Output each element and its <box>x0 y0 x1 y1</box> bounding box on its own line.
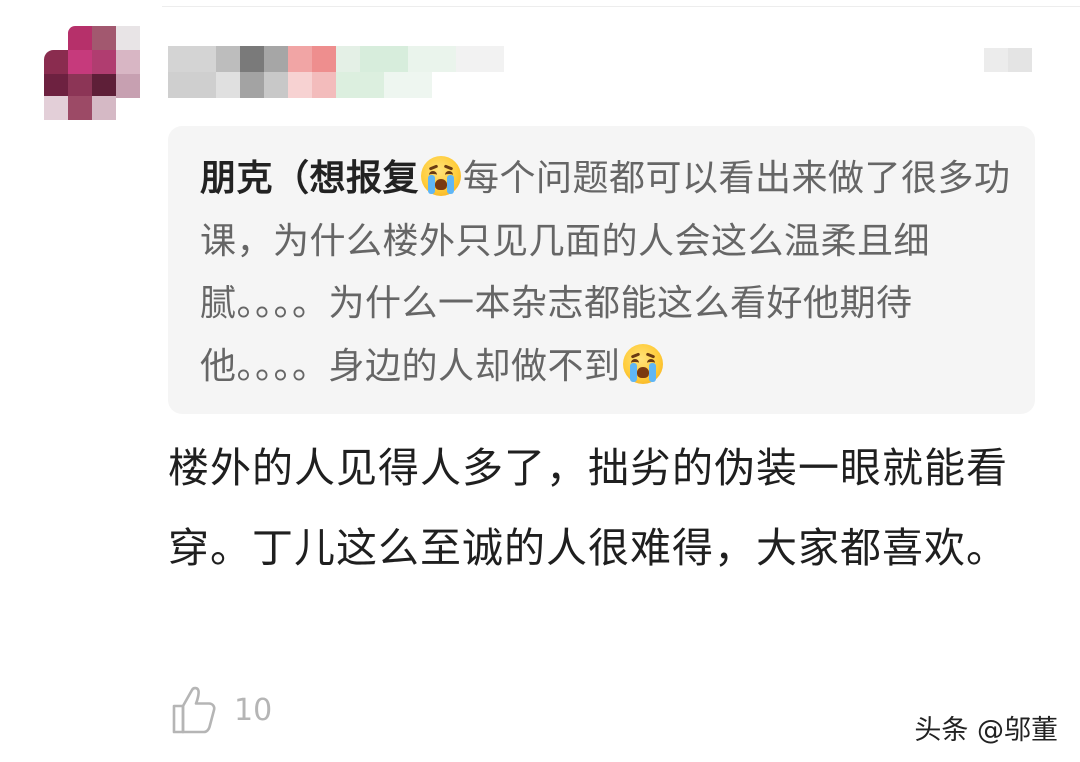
thumbs-up-icon[interactable] <box>170 684 220 736</box>
watermark: 头条 @邬董 <box>914 715 1058 746</box>
quoted-comment[interactable]: 朋克（想报复 每个问题都可以看出来做了很多功课，为什么楼外只见几面的人会这么温柔且… <box>168 126 1035 414</box>
reply-text: 楼外的人见得人多了，拙劣的伪装一眼就能看穿。丁儿这么至诚的人很难得，大家都喜欢。 <box>168 444 1008 572</box>
top-divider <box>162 0 1080 7</box>
like-button[interactable]: 10 <box>170 682 272 738</box>
quoted-comment-text: 朋克（想报复 每个问题都可以看出来做了很多功课，为什么楼外只见几面的人会这么温柔且… <box>200 148 1011 398</box>
comment-page: 朋克（想报复 每个问题都可以看出来做了很多功课，为什么楼外只见几面的人会这么温柔且… <box>0 0 1080 762</box>
timestamp-blurred <box>984 48 1032 72</box>
quoted-author[interactable]: 朋克（想报复 <box>200 158 419 199</box>
crying-face-icon <box>622 343 663 384</box>
like-count: 10 <box>234 692 273 728</box>
crying-face-icon <box>421 156 462 196</box>
avatar[interactable] <box>44 26 144 120</box>
username-blurred[interactable] <box>168 46 568 98</box>
